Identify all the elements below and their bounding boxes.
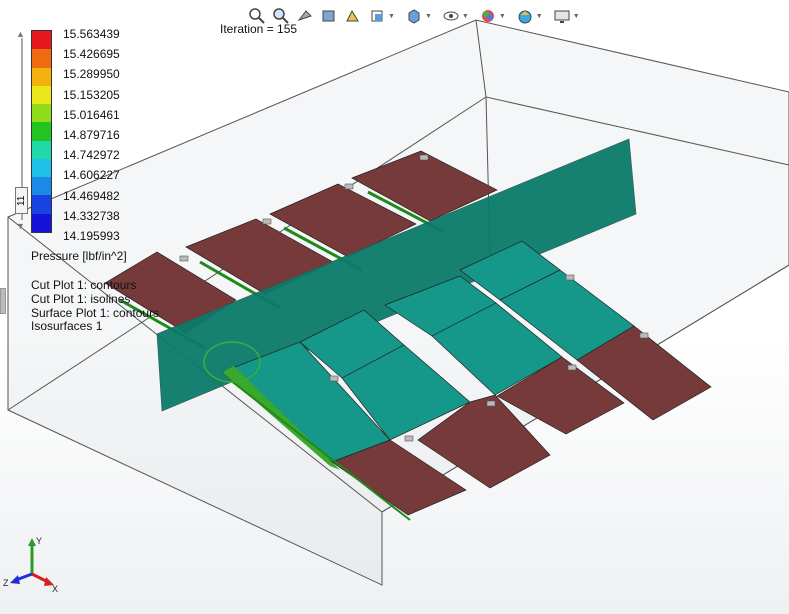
legend-value: 15.563439 [63,27,120,41]
plot-list-item[interactable]: Isosurfaces 1 [31,320,159,334]
legend-color-band [32,158,51,178]
chevron-down-icon[interactable]: ▼ [425,13,432,20]
section-view-button[interactable] [318,5,340,27]
chevron-down-icon[interactable]: ▼ [388,13,395,20]
legend-value: 14.879716 [63,128,120,143]
previous-view-button[interactable] [294,5,316,27]
edit-appearance-button[interactable] [477,5,499,27]
legend-value: 15.426695 [63,47,120,62]
side-panel-handle[interactable] [0,288,6,314]
legend-value: 15.016461 [63,107,120,122]
plot-list-item[interactable]: Cut Plot 1: contours [31,278,159,293]
legend-color-band [32,67,51,86]
axis-x-label: X [52,584,58,594]
legend-value: 14.742972 [63,148,120,163]
legend-value: 14.606227 [63,168,120,183]
legend-color-band [32,213,51,232]
legend-color-band [32,49,51,68]
previous-view-icon [297,10,312,21]
legend-color-band [32,177,51,196]
view-settings-icon [554,10,570,23]
legend-color-band [32,195,51,214]
view-settings-button[interactable] [551,5,573,27]
legend-value: 14.195993 [63,229,120,244]
edit-appearance-icon [481,10,494,22]
legend-value: 14.469482 [63,188,120,203]
apply-scene-button[interactable] [514,5,536,27]
axis-z-label: Z [3,578,9,588]
legend-units: Pressure [lbf/in^2] [31,249,127,263]
legend-value: 14.332738 [63,208,120,223]
display-style-icon [408,9,420,24]
apply-scene-icon [518,10,532,24]
legend-color-band [32,31,51,50]
dynamic-annotation-icon [346,9,359,22]
axis-y-label: Y [36,536,42,546]
hide-show-items-icon [443,11,459,21]
chevron-down-icon[interactable]: ▼ [462,13,469,20]
legend-value: 15.153205 [63,87,120,102]
section-view-icon [322,10,335,22]
legend-value: 15.289950 [63,67,120,82]
plot-list: Cut Plot 1: contours Cut Plot 1: isoline… [31,278,159,334]
dynamic-annotation-button[interactable] [342,5,364,27]
legend-color-band [32,104,51,123]
legend-level-slider[interactable]: 11 [15,187,28,214]
chevron-down-icon[interactable]: ▼ [499,13,506,20]
plot-list-item[interactable]: Surface Plot 1: contours [31,306,159,321]
legend-values: 15.563439 15.426695 15.289950 15.153205 … [63,24,120,246]
chevron-down-icon[interactable]: ▼ [536,13,543,20]
view-orientation-icon [371,10,383,22]
display-style-button[interactable] [403,5,425,27]
slider-up-arrow-icon[interactable]: ▲ [16,29,25,39]
view-orientation-button[interactable] [366,5,388,27]
reference-triad: Y X Z [3,536,58,594]
legend-color-band [32,122,51,141]
plot-list-item[interactable]: Cut Plot 1: isolines [31,292,159,307]
legend-color-band [32,85,51,105]
legend-color-band [32,140,51,159]
slider-down-arrow-icon[interactable]: ▼ [16,221,25,231]
iteration-label: Iteration = 155 [220,22,298,36]
chevron-down-icon[interactable]: ▼ [573,13,580,20]
hide-show-items-button[interactable] [440,5,462,27]
legend-color-bar [31,30,52,233]
